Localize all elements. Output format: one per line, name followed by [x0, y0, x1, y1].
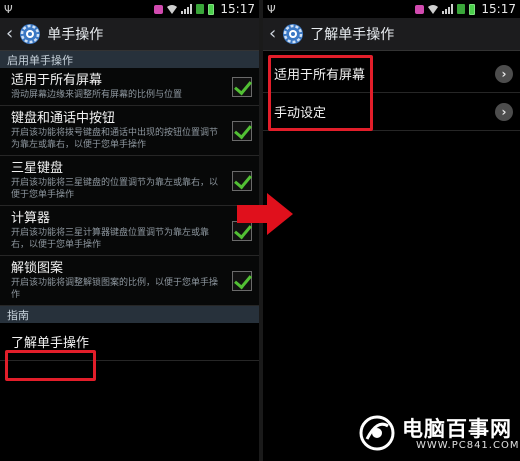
gear-icon — [283, 24, 304, 44]
section-header-guide: 指南 — [0, 306, 259, 323]
status-bar: Ψ 15:17 — [0, 0, 259, 18]
setting-subtitle: 开启该功能将三星键盘的位置调节为靠左或靠右，以便于您单手操作 — [11, 178, 219, 200]
setting-title: 计算器 — [11, 211, 51, 226]
sim-icon — [196, 4, 205, 14]
setting-item-unlock-pattern[interactable]: 解锁图案 开启该功能将调整解锁图案的比例，以便于您单手操作 — [0, 256, 259, 306]
clock: 15:17 — [220, 2, 255, 16]
watermark-url: WWW.PC841.COM — [416, 440, 520, 451]
setting-title: 解锁图案 — [11, 261, 64, 276]
watermark-text: 电脑百事网 — [402, 417, 512, 441]
setting-item-all-screens[interactable]: 适用于所有屏幕 滑动屏幕边缘来调整所有屏幕的比例与位置 — [0, 68, 259, 106]
page-title: 了解单手操作 — [310, 27, 395, 43]
clock: 15:17 — [481, 2, 516, 16]
section-header-enable: 启用单手操作 — [0, 51, 259, 68]
action-bar: ‹ 了解单手操作 — [263, 18, 520, 51]
notification-icon — [154, 4, 164, 14]
battery-icon — [208, 3, 215, 15]
setting-item-samsung-keyboard[interactable]: 三星键盘 开启该功能将三星键盘的位置调节为靠左或靠右，以便于您单手操作 — [0, 156, 259, 206]
battery-icon — [469, 3, 476, 15]
setting-item-calculator[interactable]: 计算器 开启该功能将三星计算器键盘位置调节为靠左或靠右，以便于您单手操作 — [0, 206, 259, 256]
wifi-icon — [167, 4, 178, 14]
signal-icon — [181, 4, 193, 14]
highlight-box — [5, 350, 96, 381]
back-icon[interactable]: ‹ — [6, 25, 13, 43]
setting-item-keyboard-call-buttons[interactable]: 键盘和通话中按钮 开启该功能将拨号键盘和通话中出现的按钮位置调节为靠左或靠右，以… — [0, 106, 259, 156]
setting-subtitle: 开启该功能将三星计算器键盘位置调节为靠左或靠右，以便于您单手操作 — [11, 228, 210, 250]
setting-subtitle: 开启该功能将调整解锁图案的比例，以便于您单手操作 — [11, 278, 219, 300]
chevron-right-icon: › — [495, 102, 513, 121]
checkbox-checked[interactable] — [232, 170, 252, 191]
checkbox-checked[interactable] — [232, 120, 252, 141]
chevron-right-icon: › — [495, 64, 513, 83]
guide-label: 了解单手操作 — [11, 336, 90, 351]
watermark-logo — [359, 415, 395, 451]
wifi-icon — [428, 4, 439, 14]
usb-icon: Ψ — [4, 2, 13, 16]
back-icon[interactable]: ‹ — [269, 25, 276, 43]
status-bar: Ψ 15:17 — [263, 0, 520, 18]
signal-icon — [442, 4, 454, 14]
watermark: 电脑百事网 WWW.PC841.COM — [358, 411, 518, 457]
highlight-box — [268, 55, 373, 131]
usb-icon: Ψ — [267, 2, 276, 16]
setting-subtitle: 滑动屏幕边缘来调整所有屏幕的比例与位置 — [11, 90, 183, 100]
checkbox-checked[interactable] — [232, 270, 252, 291]
right-screen: Ψ 15:17 ‹ 了解单手操作 适用于所有屏幕 › 手动设定 › — [263, 0, 520, 461]
setting-subtitle: 开启该功能将拨号键盘和通话中出现的按钮位置调节为靠左或靠右，以便于您单手操作 — [11, 128, 219, 150]
notification-icon — [415, 4, 425, 14]
page-title: 单手操作 — [47, 27, 104, 43]
right-arrow-icon — [237, 193, 293, 235]
sim-icon — [457, 4, 466, 14]
setting-title: 适用于所有屏幕 — [11, 73, 103, 88]
checkbox-checked[interactable] — [232, 76, 252, 97]
action-bar: ‹ 单手操作 — [0, 18, 259, 51]
left-screen: Ψ 15:17 ‹ 单手操作 启用单手操作 适用于所有屏幕 滑动屏幕边缘来调整所… — [0, 0, 259, 461]
gear-icon — [20, 24, 41, 44]
setting-title: 三星键盘 — [11, 161, 64, 176]
setting-title: 键盘和通话中按钮 — [11, 111, 116, 126]
